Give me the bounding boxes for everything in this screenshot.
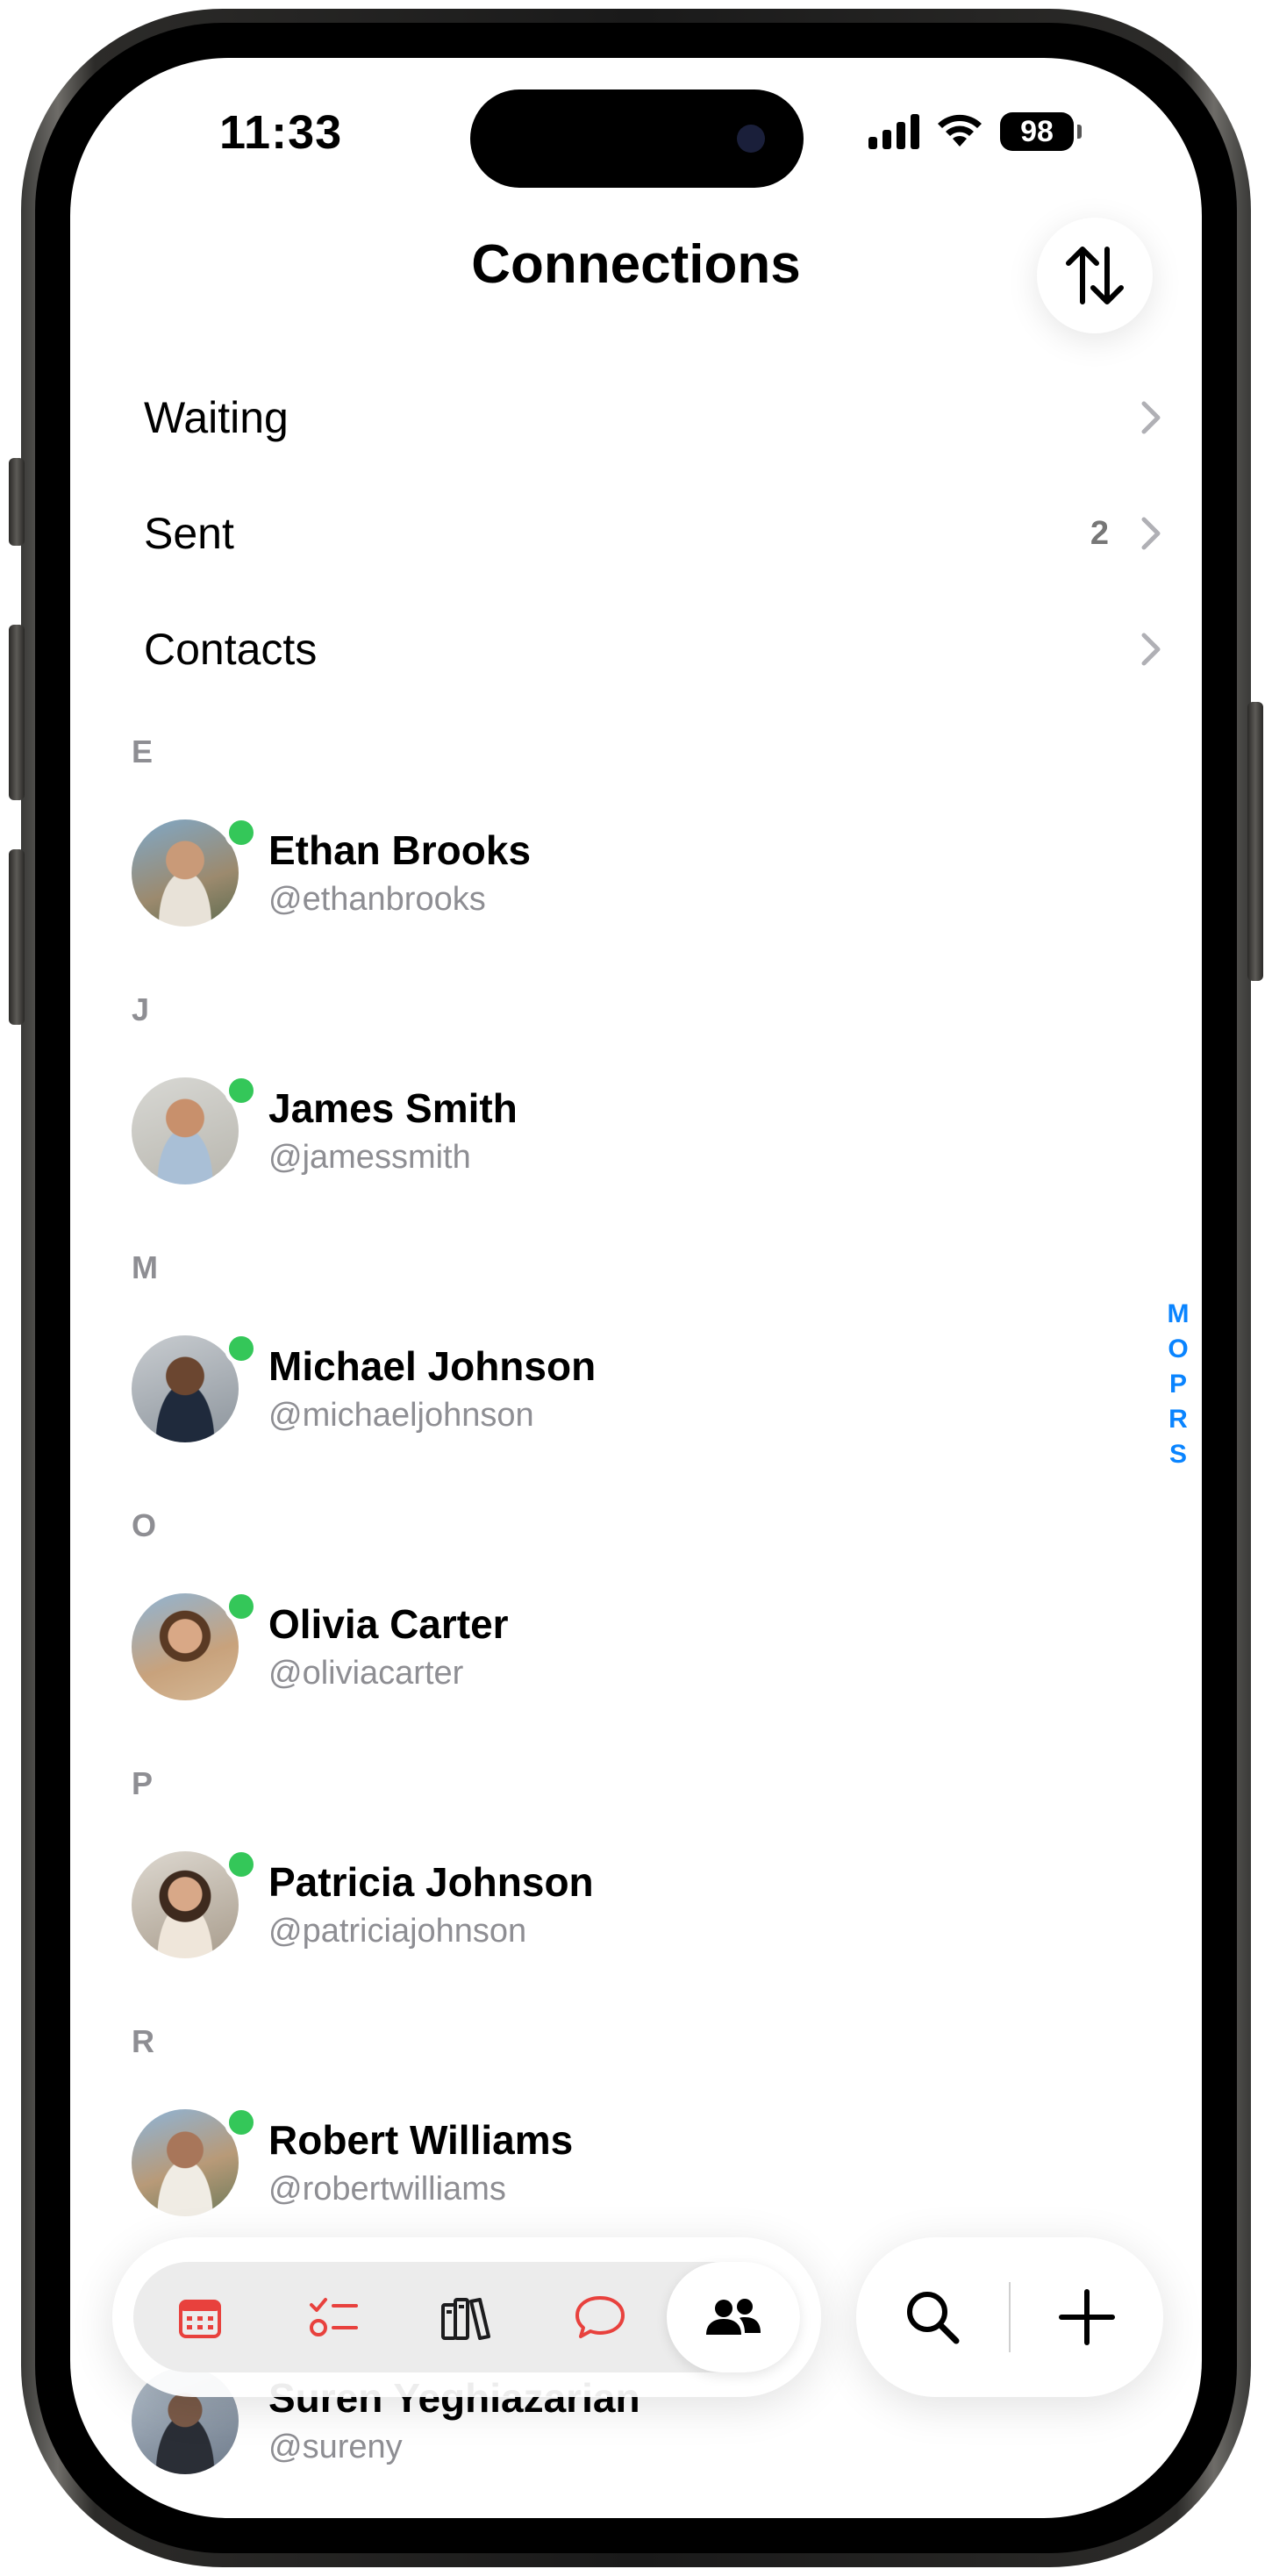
search-icon xyxy=(907,2292,960,2344)
power-button xyxy=(1247,702,1263,981)
people-icon xyxy=(706,2299,761,2335)
page-title: Connections xyxy=(471,234,801,295)
tab-calendar[interactable] xyxy=(133,2262,267,2372)
section-header-j: J xyxy=(132,991,150,1027)
contact-handle: @oliviacarter xyxy=(268,1655,464,1692)
avatar xyxy=(132,819,239,927)
online-indicator xyxy=(225,816,258,849)
online-indicator xyxy=(225,2106,258,2139)
screen: 11:33 98 Connections Waiting Sent 2 Cont… xyxy=(70,58,1202,2518)
menu-label: Contacts xyxy=(144,625,318,674)
contact-handle: @jamessmith xyxy=(268,1139,471,1176)
section-header-e: E xyxy=(132,733,154,769)
chevron-right-icon xyxy=(1141,517,1161,550)
tab-bar xyxy=(112,2237,821,2397)
sent-count-badge: 2 xyxy=(1090,514,1109,552)
tab-people[interactable] xyxy=(667,2262,800,2372)
camera-icon xyxy=(737,125,765,153)
chat-bubble-icon xyxy=(575,2296,625,2338)
contact-handle: @ethanbrooks xyxy=(268,881,486,918)
tab-tasks[interactable] xyxy=(267,2262,400,2372)
contact-row[interactable]: Ethan Brooks @ethanbrooks xyxy=(132,816,1097,934)
avatar xyxy=(132,1851,239,1958)
chevron-right-icon xyxy=(1141,401,1161,434)
menu-row-waiting[interactable]: Waiting xyxy=(144,374,1161,462)
actions-pill xyxy=(856,2237,1163,2397)
index-letter[interactable]: R xyxy=(1168,1402,1188,1437)
wifi-icon xyxy=(938,114,982,147)
online-indicator xyxy=(225,1590,258,1623)
library-books-icon xyxy=(441,2298,490,2340)
search-button[interactable] xyxy=(856,2237,1009,2397)
alphabet-index[interactable]: M O P R S xyxy=(1165,1297,1191,1472)
tab-bar-segment xyxy=(133,2262,800,2372)
index-letter[interactable]: S xyxy=(1169,1437,1187,1472)
index-letter[interactable]: P xyxy=(1169,1367,1187,1402)
contact-name: Patricia Johnson xyxy=(268,1859,594,1905)
contact-row[interactable]: Olivia Carter @oliviacarter xyxy=(132,1590,1097,1707)
contact-handle: @robertwilliams xyxy=(268,2171,506,2207)
contact-row[interactable]: Patricia Johnson @patriciajohnson xyxy=(132,1848,1097,1965)
plus-icon xyxy=(1059,2289,1115,2345)
section-header-m: M xyxy=(132,1249,158,1285)
contact-name: Robert Williams xyxy=(268,2117,574,2163)
section-header-o: O xyxy=(132,1507,157,1543)
avatar xyxy=(132,1593,239,1700)
contact-handle: @michaeljohnson xyxy=(268,1397,534,1434)
volume-up-button xyxy=(9,625,25,800)
contact-handle: @sureny xyxy=(268,2429,403,2465)
tab-chat[interactable] xyxy=(533,2262,667,2372)
tab-library[interactable] xyxy=(400,2262,533,2372)
contact-handle: @patriciajohnson xyxy=(268,1913,527,1950)
chevron-right-icon xyxy=(1141,633,1161,666)
calendar-icon xyxy=(179,2300,221,2338)
contact-name: Michael Johnson xyxy=(268,1343,597,1389)
online-indicator xyxy=(225,1332,258,1365)
avatar xyxy=(132,1335,239,1442)
contact-name: Olivia Carter xyxy=(268,1601,509,1647)
status-time: 11:33 xyxy=(219,106,343,159)
index-letter[interactable]: O xyxy=(1168,1332,1188,1367)
online-indicator xyxy=(225,1074,258,1107)
section-header-p: P xyxy=(132,1765,154,1801)
tasks-checklist-icon xyxy=(310,2298,358,2336)
index-letter[interactable]: M xyxy=(1168,1297,1190,1332)
online-indicator xyxy=(225,1848,258,1881)
sort-arrows-icon xyxy=(1066,247,1124,304)
cellular-signal-icon xyxy=(868,114,919,149)
contact-row[interactable]: Michael Johnson @michaeljohnson xyxy=(132,1332,1097,1449)
avatar xyxy=(132,2109,239,2216)
contact-name: Ethan Brooks xyxy=(268,827,532,873)
contact-row[interactable]: Robert Williams @robertwilliams xyxy=(132,2106,1097,2223)
contact-name: James Smith xyxy=(268,1085,518,1131)
section-header-r: R xyxy=(132,2023,154,2059)
dynamic-island xyxy=(470,89,804,188)
menu-label: Sent xyxy=(144,509,234,558)
status-icons: 98 xyxy=(868,109,1082,154)
avatar xyxy=(132,1077,239,1184)
action-button xyxy=(9,458,25,546)
sort-button[interactable] xyxy=(1037,218,1153,333)
menu-label: Waiting xyxy=(144,393,289,442)
battery-indicator: 98 xyxy=(1000,112,1082,151)
add-button[interactable] xyxy=(1011,2237,1163,2397)
volume-down-button xyxy=(9,849,25,1025)
menu-row-contacts[interactable]: Contacts xyxy=(144,605,1161,693)
contact-row[interactable]: James Smith @jamessmith xyxy=(132,1074,1097,1191)
menu-row-sent[interactable]: Sent 2 xyxy=(144,490,1161,577)
